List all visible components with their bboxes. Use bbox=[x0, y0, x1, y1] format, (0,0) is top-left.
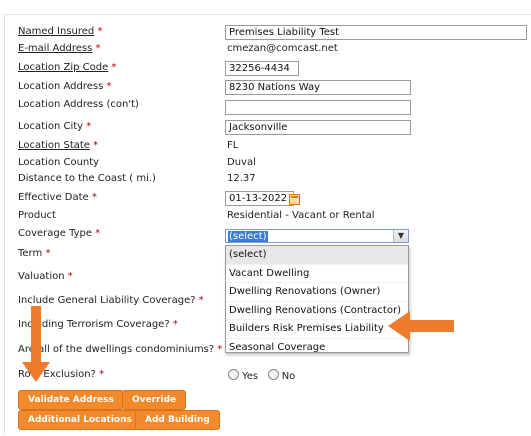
annotation-arrows bbox=[22, 306, 454, 382]
arrow-left-icon bbox=[388, 311, 454, 341]
arrow-down-icon bbox=[22, 306, 50, 382]
